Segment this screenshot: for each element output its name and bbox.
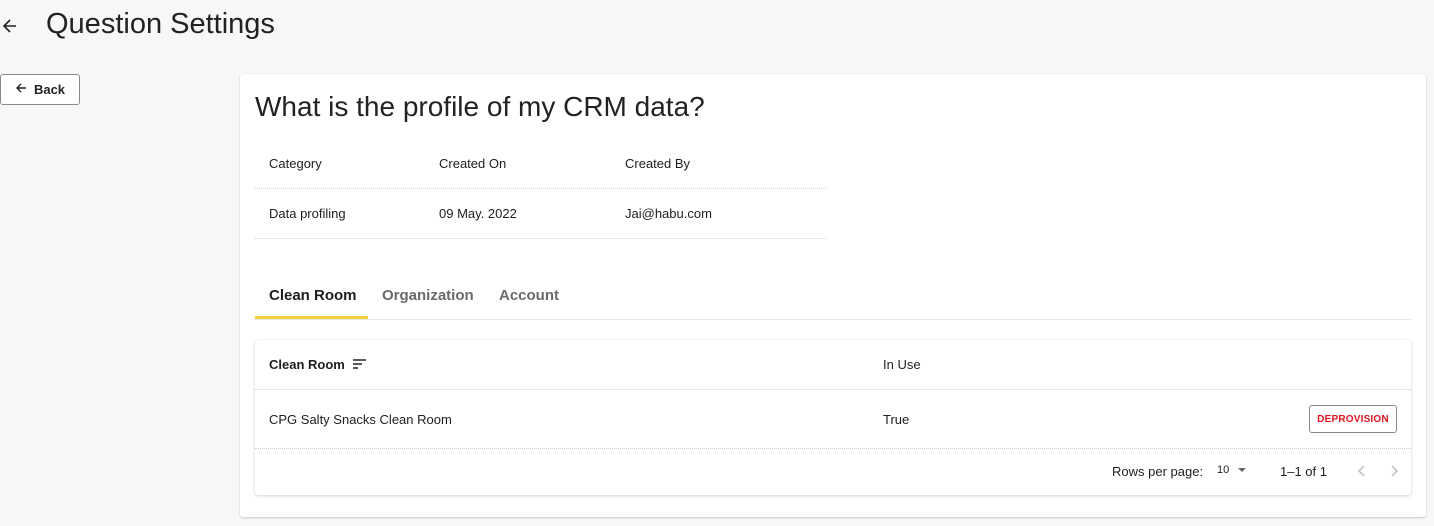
question-card: What is the profile of my CRM data? Cate… (240, 74, 1426, 517)
chevron-left-icon[interactable] (1351, 460, 1373, 482)
column-header-label: Clean Room (269, 357, 345, 372)
table-row: CPG Salty Snacks Clean Room True DEPROVI… (255, 390, 1411, 449)
column-header-in-use: In Use (883, 357, 921, 372)
pagination-range: 1–1 of 1 (1280, 464, 1327, 479)
meta-created-by[interactable]: Jai@habu.com (625, 206, 825, 221)
rows-per-page-label: Rows per page: (1112, 464, 1204, 479)
meta-category: Data profiling (269, 206, 346, 221)
rows-per-page-value: 10 (1217, 464, 1230, 476)
back-button-label: Back (33, 82, 66, 97)
question-title: What is the profile of my CRM data? (255, 91, 705, 122)
top-bar: Question Settings (0, 0, 1434, 52)
tab-organization[interactable]: Organization (382, 279, 474, 317)
tab-clean-room[interactable]: Clean Room (269, 279, 357, 317)
meta-header-created-on: Created On (439, 156, 507, 171)
cell-in-use: True (883, 412, 910, 427)
clean-room-table: Clean Room In Use CPG Salty Snacks Clean… (255, 340, 1411, 495)
deprovision-button[interactable]: DEPROVISION (1309, 405, 1397, 433)
column-header-clean-room[interactable]: Clean Room (269, 357, 366, 372)
cell-clean-room: CPG Salty Snacks Clean Room (269, 412, 452, 427)
back-button[interactable]: Back (0, 74, 80, 105)
sort-icon[interactable] (352, 357, 366, 372)
meta-header-row: Category Created On Created By (255, 139, 826, 189)
tab-bar: Clean Room Organization Account (255, 279, 1411, 320)
arrow-left-icon[interactable] (2, 16, 18, 36)
active-tab-indicator (255, 316, 368, 319)
tab-account[interactable]: Account (499, 279, 559, 317)
meta-created-on: 09 May. 2022 (439, 206, 517, 221)
table-header: Clean Room In Use (255, 340, 1411, 390)
chevron-right-icon[interactable] (1383, 460, 1405, 482)
caret-down-icon (1237, 464, 1247, 476)
arrow-left-icon (15, 82, 27, 97)
meta-value-row: Data profiling 09 May. 2022 Jai@habu.com (255, 189, 826, 239)
meta-header-category: Category (269, 156, 322, 171)
rows-per-page-select[interactable]: 10 (1217, 464, 1247, 476)
page-title: Question Settings (46, 8, 275, 40)
table-pagination: Rows per page: 10 1–1 of 1 (255, 449, 1411, 495)
question-meta: Category Created On Created By Data prof… (255, 139, 826, 239)
meta-header-created-by: Created By (625, 156, 691, 171)
